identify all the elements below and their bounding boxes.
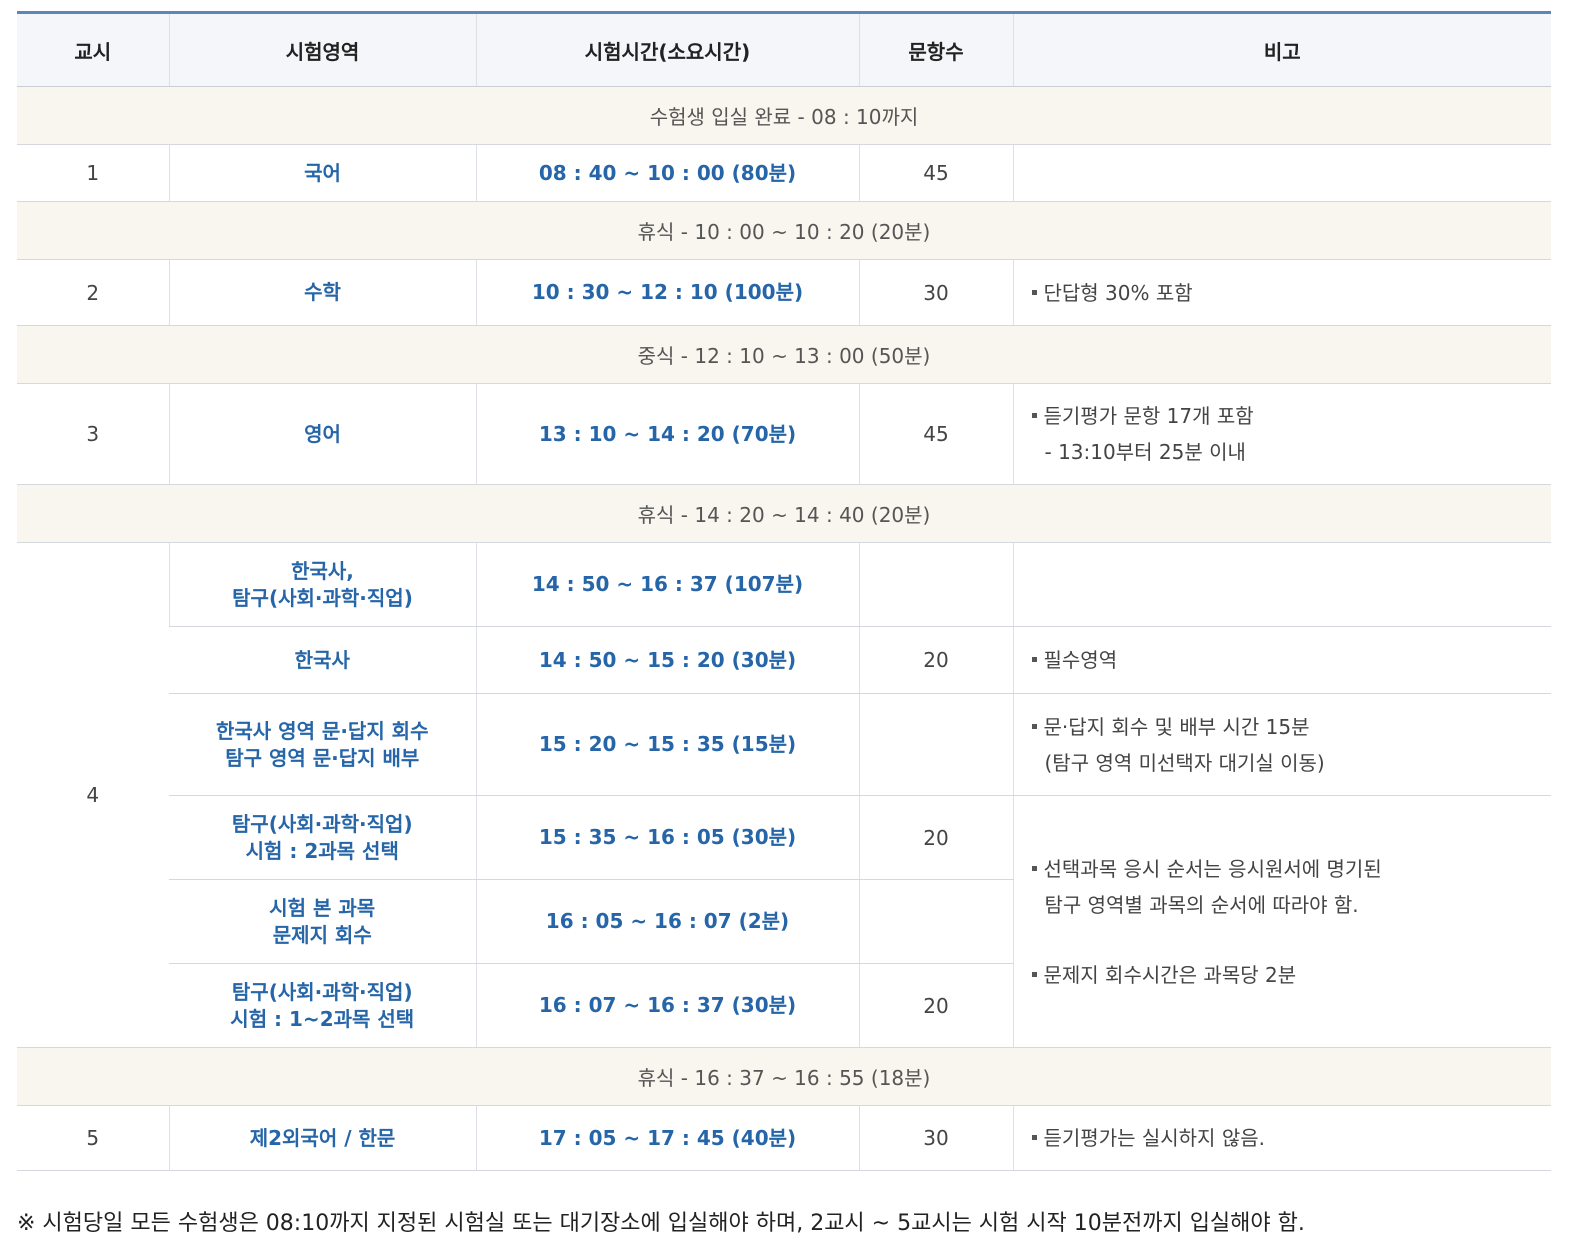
note-subtext: 탐구 영역별 과목의 순서에 따라야 함. bbox=[1044, 892, 1359, 917]
header-period: 교시 bbox=[17, 12, 169, 87]
period-number: 3 bbox=[17, 383, 169, 485]
subject-name: 탐구(사회·과학·직업) 시험 : 1~2과목 선택 bbox=[169, 963, 476, 1048]
question-count: 45 bbox=[858, 383, 1013, 485]
period-5-row: 5 제2외국어 / 한문 17 : 05 ~ 17 : 45 (40분) 30 … bbox=[17, 1105, 1551, 1171]
question-count bbox=[858, 542, 1013, 627]
subject-name: 수학 bbox=[168, 259, 476, 326]
period-4-row-korean-history: 한국사 14 : 50 ~ 15 : 20 (30분) 20 필수영역 bbox=[17, 626, 1551, 694]
subject-name: 국어 bbox=[168, 144, 476, 202]
question-count: 20 bbox=[858, 963, 1013, 1048]
period-4-row-combined: 4 한국사, 탐구(사회·과학·직업) 14 : 50 ~ 16 : 37 (10… bbox=[17, 542, 1551, 1048]
bullet-icon bbox=[1031, 413, 1037, 418]
break-text: 휴식 - 16 : 37 ~ 16 : 55 (18분) bbox=[17, 1047, 1551, 1106]
period-4-row-inquiry-1: 탐구(사회·과학·직업) 시험 : 2과목 선택 15 : 35 ~ 16 : 0… bbox=[17, 795, 1551, 1048]
note-text: 듣기평가 문항 17개 포함 bbox=[1043, 404, 1254, 428]
question-count: 30 bbox=[858, 259, 1013, 326]
subject-name: 제2외국어 / 한문 bbox=[168, 1105, 476, 1171]
exam-time: 10 : 30 ~ 12 : 10 (100분) bbox=[475, 259, 859, 326]
schedule-table: 교시 시험영역 시험시간(소요시간) 문항수 비고 수험생 입실 완료 - 08… bbox=[17, 11, 1551, 1171]
header-note: 비고 bbox=[1012, 12, 1551, 87]
subject-name: 영어 bbox=[168, 383, 476, 485]
header-row: 교시 시험영역 시험시간(소요시간) 문항수 비고 bbox=[17, 12, 1551, 87]
exam-time: 14 : 50 ~ 15 : 20 (30분) bbox=[475, 626, 859, 694]
period-number: 1 bbox=[17, 144, 169, 202]
note-subtext: (탐구 영역 미선택자 대기실 이동) bbox=[1044, 750, 1325, 775]
bullet-icon bbox=[1031, 289, 1037, 295]
exam-time: 15 : 20 ~ 15 : 35 (15분) bbox=[475, 693, 859, 796]
period-3-row: 3 영어 13 : 10 ~ 14 : 20 (70분) 45 듣기평가 문항 … bbox=[17, 383, 1551, 485]
question-count: 20 bbox=[858, 795, 1013, 880]
bullet-icon bbox=[1031, 657, 1037, 662]
exam-schedule: 교시 시험영역 시험시간(소요시간) 문항수 비고 수험생 입실 완료 - 08… bbox=[17, 11, 1551, 1171]
period-2-row: 2 수학 10 : 30 ~ 12 : 10 (100분) 30 단답형 30%… bbox=[17, 259, 1551, 326]
question-count: 45 bbox=[858, 144, 1013, 202]
exam-time: 14 : 50 ~ 16 : 37 (107분) bbox=[475, 542, 859, 627]
entry-text: 수험생 입실 완료 - 08 : 10까지 bbox=[17, 86, 1551, 145]
period-number: 2 bbox=[17, 259, 169, 326]
note-text: 단답형 30% 포함 bbox=[1043, 280, 1193, 305]
entry-row: 수험생 입실 완료 - 08 : 10까지 bbox=[17, 86, 1551, 145]
exam-time: 16 : 07 ~ 16 : 37 (30분) bbox=[475, 963, 859, 1048]
break-row: 휴식 - 10 : 00 ~ 10 : 20 (20분) bbox=[17, 201, 1551, 260]
break-text: 휴식 - 10 : 00 ~ 10 : 20 (20분) bbox=[17, 201, 1551, 260]
period-number: 4 bbox=[17, 542, 169, 1048]
note-text: 듣기평가는 실시하지 않음. bbox=[1043, 1126, 1265, 1150]
break-text: 휴식 - 14 : 20 ~ 14 : 40 (20분) bbox=[17, 484, 1551, 543]
note-text: 필수영역 bbox=[1043, 648, 1118, 672]
period-4-row-collection: 한국사 영역 문·답지 회수 탐구 영역 문·답지 배부 15 : 20 ~ 15… bbox=[17, 693, 1551, 796]
period-number: 5 bbox=[17, 1105, 169, 1171]
note-text: 선택과목 응시 순서는 응시원서에 명기된 bbox=[1043, 856, 1382, 881]
note-subtext: - 13:10부터 25분 이내 bbox=[1044, 440, 1246, 464]
bullet-icon bbox=[1031, 971, 1037, 977]
exam-time: 15 : 35 ~ 16 : 05 (30분) bbox=[475, 795, 859, 880]
subject-name: 한국사, 탐구(사회·과학·직업) bbox=[168, 542, 476, 627]
note-cell: 단답형 30% 포함 bbox=[1012, 259, 1551, 326]
footnote: ※ 시험당일 모든 수험생은 08:10까지 지정된 시험실 또는 대기장소에 … bbox=[17, 1211, 1305, 1236]
subject-name: 한국사 bbox=[169, 626, 476, 694]
header-count: 문항수 bbox=[858, 12, 1013, 87]
subject-name: 한국사 영역 문·답지 회수 탐구 영역 문·답지 배부 bbox=[169, 693, 476, 796]
note-cell: 듣기평가 문항 17개 포함 - 13:10부터 25분 이내 bbox=[1012, 383, 1551, 485]
break-row: 휴식 - 14 : 20 ~ 14 : 40 (20분) bbox=[17, 484, 1551, 543]
break-row: 휴식 - 16 : 37 ~ 16 : 55 (18분) bbox=[17, 1047, 1551, 1106]
subject-name: 시험 본 과목 문제지 회수 bbox=[169, 879, 476, 964]
question-count: 30 bbox=[858, 1105, 1013, 1171]
question-count: 20 bbox=[858, 626, 1013, 694]
note-cell: 듣기평가는 실시하지 않음. bbox=[1012, 1105, 1551, 1171]
note-text: 문·답지 회수 및 배부 시간 15분 bbox=[1043, 714, 1310, 739]
lunch-text: 중식 - 12 : 10 ~ 13 : 00 (50분) bbox=[17, 325, 1551, 384]
note-cell bbox=[1012, 144, 1551, 202]
note-cell: 문·답지 회수 및 배부 시간 15분 (탐구 영역 미선택자 대기실 이동) bbox=[1012, 693, 1551, 796]
note-cell bbox=[1012, 542, 1551, 627]
exam-time: 13 : 10 ~ 14 : 20 (70분) bbox=[475, 383, 859, 485]
subject-name: 탐구(사회·과학·직업) 시험 : 2과목 선택 bbox=[169, 795, 476, 880]
note-cell: 필수영역 bbox=[1012, 626, 1551, 694]
note-cell: 선택과목 응시 순서는 응시원서에 명기된 탐구 영역별 과목의 순서에 따라야… bbox=[1012, 795, 1551, 1048]
bullet-icon bbox=[1031, 865, 1037, 871]
period-1-row: 1 국어 08 : 40 ~ 10 : 00 (80분) 45 bbox=[17, 144, 1551, 202]
exam-time: 16 : 05 ~ 16 : 07 (2분) bbox=[475, 879, 859, 964]
exam-time: 08 : 40 ~ 10 : 00 (80분) bbox=[475, 144, 859, 202]
header-time: 시험시간(소요시간) bbox=[475, 12, 859, 87]
exam-time: 17 : 05 ~ 17 : 45 (40분) bbox=[475, 1105, 859, 1171]
bullet-icon bbox=[1031, 1135, 1037, 1140]
lunch-row: 중식 - 12 : 10 ~ 13 : 00 (50분) bbox=[17, 325, 1551, 384]
header-area: 시험영역 bbox=[168, 12, 476, 87]
question-count bbox=[858, 693, 1013, 796]
note-text: 문제지 회수시간은 과목당 2분 bbox=[1043, 962, 1297, 987]
question-count bbox=[858, 879, 1013, 964]
bullet-icon bbox=[1031, 723, 1037, 729]
